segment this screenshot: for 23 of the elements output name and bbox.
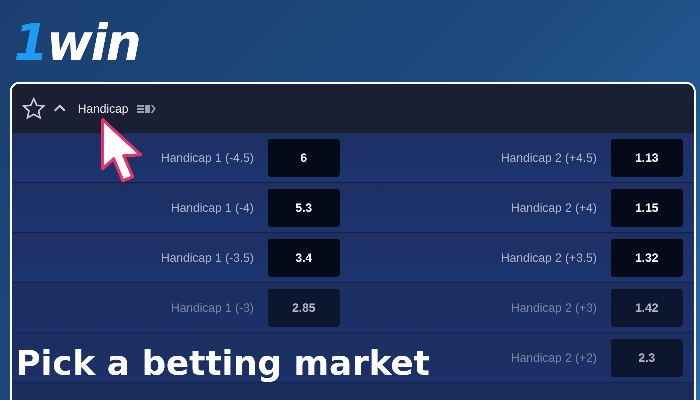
odds-button[interactable]: 1.15	[611, 188, 683, 226]
outcome-label: Handicap 1 (-3.5)	[160, 250, 255, 264]
odds-button[interactable]: 2.3	[611, 338, 683, 376]
odds-button[interactable]: 1.32	[611, 238, 683, 276]
market-title: Handicap	[78, 102, 129, 116]
odds-button[interactable]: 1.42	[611, 288, 683, 326]
outcome-label: Handicap 2 (+3)	[510, 300, 598, 314]
outcome-label: Handicap 1 (-4.5)	[160, 150, 255, 164]
odds-button[interactable]: 5.3	[268, 188, 340, 226]
outcome-label: Handicap 2 (+4)	[510, 200, 598, 214]
odds-button[interactable]: 6	[268, 138, 340, 176]
star-icon[interactable]	[22, 96, 46, 120]
logo: 1win	[14, 18, 140, 68]
caption: Pick a betting market	[16, 346, 430, 384]
outcome-label: Handicap 1 (-3)	[170, 300, 255, 314]
outcome-label: Handicap 1 (-4)	[170, 200, 255, 214]
chevron-icon[interactable]	[54, 104, 66, 114]
outcome-label: Handicap 2 (+3.5)	[500, 250, 598, 264]
odds-button[interactable]: 3.4	[268, 238, 340, 276]
market-header[interactable]: Handicap	[12, 84, 694, 133]
odds-button[interactable]: 2.85	[268, 288, 340, 326]
outcome-label: Handicap 2 (+4.5)	[500, 150, 598, 164]
odds-button[interactable]: 1.13	[611, 138, 683, 176]
